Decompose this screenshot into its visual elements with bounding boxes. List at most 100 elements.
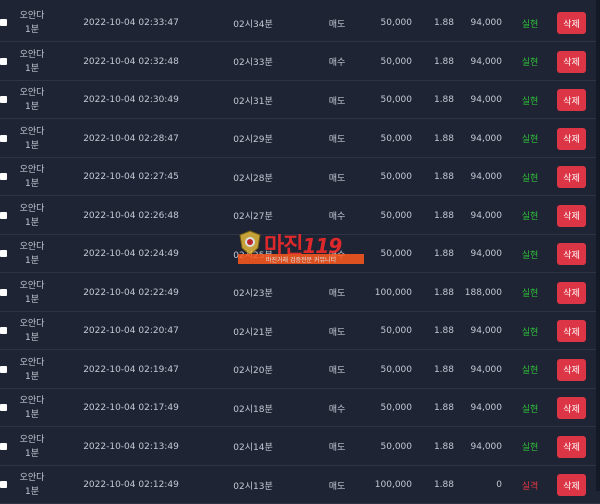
trade-type: 매도 (328, 96, 346, 107)
odds: 1.88 (433, 441, 454, 452)
bet-amount: 50,000 (380, 95, 413, 105)
table-row: 오안다 1분 2022-10-04 02:32:48 02시33분 매수 50,000 1.… (0, 43, 600, 81)
bet-amount: 50,000 (380, 210, 413, 221)
payout: 94,000 (470, 95, 503, 105)
trade-type: 매도 (328, 19, 346, 30)
result-status: 실현 (521, 173, 539, 184)
trade-type: 매도 (328, 135, 346, 145)
game-name: 오안다 1분 (19, 319, 45, 343)
odds: 1.88 (433, 95, 454, 105)
bet-time: 2022-10-04 02:13:49 (83, 441, 179, 452)
delete-button[interactable]: 삭제 (557, 12, 586, 34)
payout: 94,000 (470, 18, 503, 28)
bet-amount: 100,000 (374, 480, 412, 490)
delete-button[interactable]: 삭제 (557, 127, 586, 150)
row-checkbox[interactable] (0, 57, 7, 65)
table-row: 오안다 1분 2022-10-04 02:17:49 02시18분 매수 50,000 1.… (0, 389, 600, 427)
bet-amount: 50,000 (380, 172, 413, 182)
trade-type: 매도 (328, 173, 346, 184)
delete-button[interactable]: 삭제 (557, 50, 586, 73)
row-checkbox[interactable] (0, 134, 7, 142)
row-checkbox[interactable] (0, 288, 7, 296)
bet-time: 2022-10-04 02:26:48 (83, 210, 179, 221)
result-status: 실현 (521, 135, 539, 145)
bet-amount: 50,000 (380, 56, 413, 67)
bet-time: 2022-10-04 02:27:45 (83, 172, 179, 182)
bet-amount: 50,000 (380, 133, 413, 144)
result-status: 실현 (521, 366, 539, 376)
trade-type: 매도 (328, 327, 346, 338)
row-checkbox[interactable] (0, 250, 7, 257)
bet-time: 2022-10-04 02:20:47 (83, 326, 179, 336)
round: 02시21분 (233, 327, 273, 338)
round: 02시14분 (233, 443, 273, 453)
payout: 94,000 (470, 403, 503, 413)
result-status: 실현 (521, 443, 539, 453)
row-checkbox[interactable] (0, 19, 7, 26)
odds: 1.88 (433, 56, 454, 67)
trade-type: 매도 (328, 481, 346, 492)
trade-type: 매도 (328, 289, 346, 299)
delete-button[interactable]: 삭제 (557, 435, 586, 458)
result-status: 실현 (521, 19, 539, 30)
scrollbar[interactable] (596, 0, 600, 491)
delete-button[interactable]: 삭제 (557, 397, 586, 419)
bet-time: 2022-10-04 02:17:49 (83, 403, 179, 413)
row-checkbox[interactable] (0, 327, 7, 334)
bet-time: 2022-10-04 02:22:49 (83, 287, 179, 298)
odds: 1.88 (433, 133, 454, 144)
result-status: 실현 (521, 96, 539, 107)
row-checkbox[interactable] (0, 365, 7, 373)
bet-time: 2022-10-04 02:24:49 (83, 249, 179, 259)
delete-button[interactable]: 삭제 (557, 320, 586, 342)
row-checkbox[interactable] (0, 173, 7, 180)
delete-button[interactable]: 삭제 (557, 243, 586, 265)
odds: 1.88 (433, 403, 454, 413)
result-status: 실현 (521, 58, 539, 68)
delete-button[interactable]: 삭제 (557, 204, 586, 227)
delete-button[interactable]: 삭제 (557, 281, 586, 304)
watermark-tagline: 마진거래 검증전문 커뮤니티 (238, 254, 364, 264)
bet-time: 2022-10-04 02:33:47 (83, 18, 179, 28)
row-checkbox[interactable] (0, 481, 7, 488)
delete-button[interactable]: 삭제 (557, 358, 586, 381)
result-status: 실격 (521, 481, 539, 492)
result-status: 실현 (521, 404, 539, 415)
payout: 94,000 (470, 56, 503, 67)
payout: 0 (496, 480, 502, 490)
result-status: 실현 (521, 289, 539, 299)
bet-time: 2022-10-04 02:12:49 (83, 480, 179, 490)
delete-button[interactable]: 삭제 (557, 89, 586, 111)
delete-button[interactable]: 삭제 (557, 474, 586, 496)
payout: 94,000 (470, 326, 503, 336)
odds: 1.88 (433, 364, 454, 375)
payout: 94,000 (470, 133, 503, 144)
game-name: 오안다 1분 (19, 203, 45, 228)
bet-amount: 50,000 (380, 364, 413, 375)
result-status: 실현 (521, 327, 539, 338)
round: 02시20분 (233, 366, 273, 376)
odds: 1.88 (433, 326, 454, 336)
bet-amount: 50,000 (380, 441, 413, 452)
row-checkbox[interactable] (0, 442, 7, 450)
game-name: 오안다 1분 (19, 396, 45, 420)
table-row: 오안다 1분 2022-10-04 02:12:49 02시13분 매도 100,000 1… (0, 466, 600, 504)
delete-button[interactable]: 삭제 (557, 166, 586, 188)
odds: 1.88 (433, 210, 454, 221)
round: 02시28분 (233, 173, 273, 184)
table-row: 오안다 1분 2022-10-04 02:13:49 02시14분 매도 50,000 1.… (0, 428, 600, 466)
table-row: 오안다 1분 2022-10-04 02:33:47 02시34분 매도 50,000 1.… (0, 4, 600, 42)
odds: 1.88 (433, 287, 454, 298)
table-row: 오안다 1분 2022-10-04 02:30:49 02시31분 매도 50,000 1.… (0, 81, 600, 119)
odds: 1.88 (433, 18, 454, 28)
game-name: 오안다 1분 (19, 11, 45, 35)
game-name: 오안다 1분 (19, 242, 45, 266)
table-row: 오안다 1분 2022-10-04 02:20:47 02시21분 매도 50,000 1.… (0, 312, 600, 350)
round: 02시31분 (233, 96, 273, 107)
trade-type: 매도 (328, 443, 346, 453)
row-checkbox[interactable] (0, 404, 7, 411)
row-checkbox[interactable] (0, 96, 7, 103)
row-checkbox[interactable] (0, 211, 7, 219)
round: 02시13분 (233, 481, 273, 492)
trade-type: 매도 (328, 366, 346, 376)
